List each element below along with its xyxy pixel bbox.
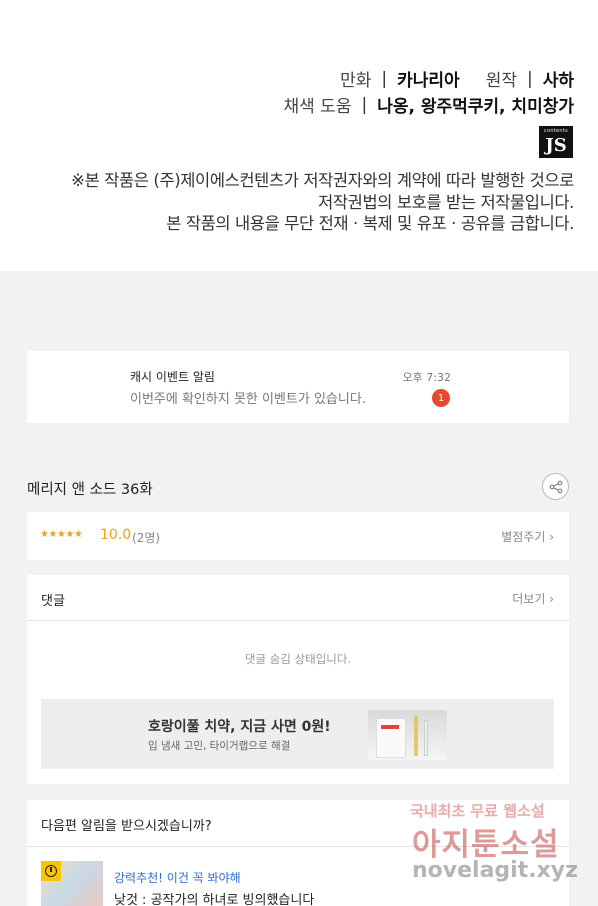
share-button[interactable] xyxy=(542,473,569,500)
coloring-names: 나옹, 왕주먹쿠키, 치미창가 xyxy=(377,97,574,117)
copyright-notice-line: ※본 작품은 (주)제이에스컨텐츠가 저작권자와의 계약에 따라 발행한 것으로 xyxy=(71,171,574,190)
art-label: 만화 xyxy=(340,71,372,91)
credits-line-coloring: 채색 도움 | 나옹, 왕주먹쿠키, 치미창가 xyxy=(283,92,575,118)
comments-card: 댓글 더보기 › 댓글 숨김 상태입니다. 호랑이풀 치약, 지금 사면 0원!… xyxy=(27,575,569,784)
rating-score: 10.0 xyxy=(100,527,132,543)
next-episode-alert-card: 다음편 알림을 받으시겠습니까? 강력추천! 이건 꼭 봐야해 낮것 : 공작가… xyxy=(27,800,569,906)
comments-hidden-notice: 댓글 숨김 상태입니다. xyxy=(244,652,352,666)
publisher-logo-small-text: contents xyxy=(543,128,569,134)
comments-more-link[interactable]: 더보기 › xyxy=(512,590,554,607)
separator: | xyxy=(526,68,533,89)
cash-event-time: 오후 7:32 xyxy=(402,371,451,384)
cash-event-notification[interactable]: 캐시 이벤트 알림 이번주에 확인하지 못한 이벤트가 있습니다. 오후 7:3… xyxy=(27,351,569,423)
recommendation-label: 강력추천! 이건 꼭 봐야해 xyxy=(114,871,241,885)
author-name: 사하 xyxy=(542,71,574,91)
original-label: 원작 xyxy=(485,71,517,91)
credits-section: 만화 | 카나리아 원작 | 사하 채색 도움 | 나옹, 왕주먹쿠키, 치미창… xyxy=(0,0,598,271)
ad-subtitle: 입 냄새 고민, 타이거랩으로 해결 xyxy=(148,740,291,752)
share-icon xyxy=(549,480,562,493)
rating-card: ★★★★★ 10.0 (2명) 별점주기 › xyxy=(27,512,569,560)
coloring-label: 채색 도움 xyxy=(283,97,352,117)
copyright-notice-line: 본 작품의 내용을 무단 전재 · 복제 및 유포 · 공유를 금합니다. xyxy=(166,214,574,233)
separator: | xyxy=(361,94,368,115)
separator: | xyxy=(381,68,388,89)
recommendation-thumbnail[interactable] xyxy=(41,861,103,906)
comments-title: 댓글 xyxy=(41,594,65,609)
publisher-logo: contents JS xyxy=(539,126,573,158)
cash-event-description: 이번주에 확인하지 못한 이벤트가 있습니다. xyxy=(130,392,366,407)
comments-header: 댓글 더보기 › xyxy=(27,575,569,621)
episode-title: 메리지 앤 소드 36화 xyxy=(27,482,153,498)
copyright-notice-line: 저작권법의 보호를 받는 저작물입니다. xyxy=(318,192,574,212)
clock-icon xyxy=(41,861,61,881)
copyright-notice: ※본 작품은 (주)제이에스컨텐츠가 저작권자와의 계약에 따라 발행한 것으로… xyxy=(71,170,574,235)
next-episode-alert-question: 다음편 알림을 받으시겠습니까? xyxy=(41,819,212,834)
credits-line-art-story: 만화 | 카나리아 원작 | 사하 xyxy=(340,66,574,92)
divider xyxy=(27,846,569,847)
cash-event-title: 캐시 이벤트 알림 xyxy=(130,370,215,384)
publisher-logo-text: JS xyxy=(545,135,567,156)
ad-title: 호랑이풀 치약, 지금 사면 0원! xyxy=(148,719,331,735)
notification-count-badge: 1 xyxy=(432,389,450,407)
ad-banner[interactable]: 호랑이풀 치약, 지금 사면 0원! 입 냄새 고민, 타이거랩으로 해결 xyxy=(41,699,554,769)
recommendation-title[interactable]: 낮것 : 공작가의 하녀로 빙의했습니다 xyxy=(114,889,314,906)
ad-product-image xyxy=(368,710,447,760)
artist-name: 카나리아 xyxy=(397,71,460,91)
rate-button[interactable]: 별점주기 › xyxy=(501,528,554,545)
rating-voter-count: (2명) xyxy=(132,531,161,545)
star-rating-icon: ★★★★★ xyxy=(40,529,83,540)
